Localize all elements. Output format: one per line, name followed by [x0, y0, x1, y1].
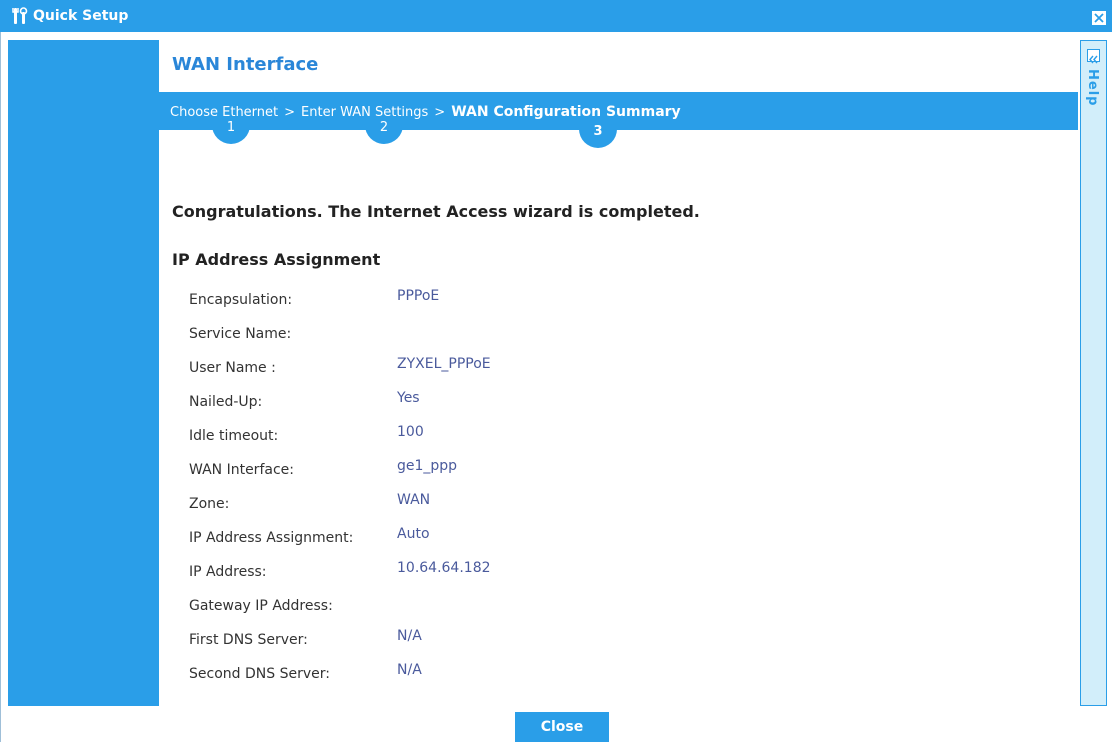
crumb-separator: >	[284, 105, 296, 120]
field-label: Encapsulation:	[189, 292, 293, 308]
field-value: ge1_ppp	[397, 458, 458, 474]
crumb-choose-ethernet: Choose Ethernet	[170, 105, 279, 120]
field-label: IP Address Assignment:	[189, 530, 354, 546]
completion-message: Congratulations. The Internet Access wiz…	[172, 202, 700, 221]
wizard-step-bar: 1 2 3 Choose Ethernet > Enter WAN Settings…	[159, 92, 1078, 148]
field-label: IP Address:	[189, 564, 267, 580]
field-label: Second DNS Server:	[189, 666, 330, 682]
field-value: N/A	[397, 628, 422, 644]
section-title: IP Address Assignment	[172, 250, 381, 269]
help-label[interactable]: Help	[1085, 69, 1100, 106]
window-left-border	[0, 32, 8, 742]
field-value: ZYXEL_PPPoE	[397, 356, 491, 372]
field-label: Idle timeout:	[189, 428, 279, 444]
field-label: First DNS Server:	[189, 632, 308, 648]
field-value: Yes	[397, 390, 420, 406]
field-label: WAN Interface:	[189, 462, 294, 478]
field-value: PPPoE	[397, 288, 440, 304]
field-label: User Name :	[189, 360, 276, 376]
crumb-wan-configuration-summary: WAN Configuration Summary	[451, 104, 681, 120]
quick-setup-window: Quick Setup WAN Interface 1 2 3 Choose E…	[0, 0, 1112, 742]
close-button[interactable]: Close	[515, 712, 609, 742]
field-value: Auto	[397, 526, 430, 542]
field-label: Gateway IP Address:	[189, 598, 333, 614]
field-value: WAN	[397, 492, 431, 508]
field-value: 100	[397, 424, 424, 440]
field-label: Zone:	[189, 496, 230, 512]
help-panel-tab[interactable]: Help	[1080, 40, 1107, 706]
double-chevron-left-icon[interactable]	[1087, 49, 1100, 64]
window-title: Quick Setup	[33, 8, 129, 24]
field-label: Service Name:	[189, 326, 292, 342]
title-bar: Quick Setup	[0, 0, 1112, 32]
page-title: WAN Interface	[172, 54, 319, 75]
close-icon[interactable]	[1092, 11, 1106, 25]
field-label: Nailed-Up:	[189, 394, 263, 410]
tools-icon	[12, 7, 28, 25]
field-value: N/A	[397, 662, 422, 678]
crumb-separator: >	[434, 105, 446, 120]
breadcrumb: Choose Ethernet > Enter WAN Settings > WAN C…	[170, 104, 681, 121]
field-value: 10.64.64.182	[397, 560, 491, 576]
crumb-enter-wan-settings: Enter WAN Settings	[301, 105, 429, 120]
sidebar-panel	[8, 40, 159, 706]
